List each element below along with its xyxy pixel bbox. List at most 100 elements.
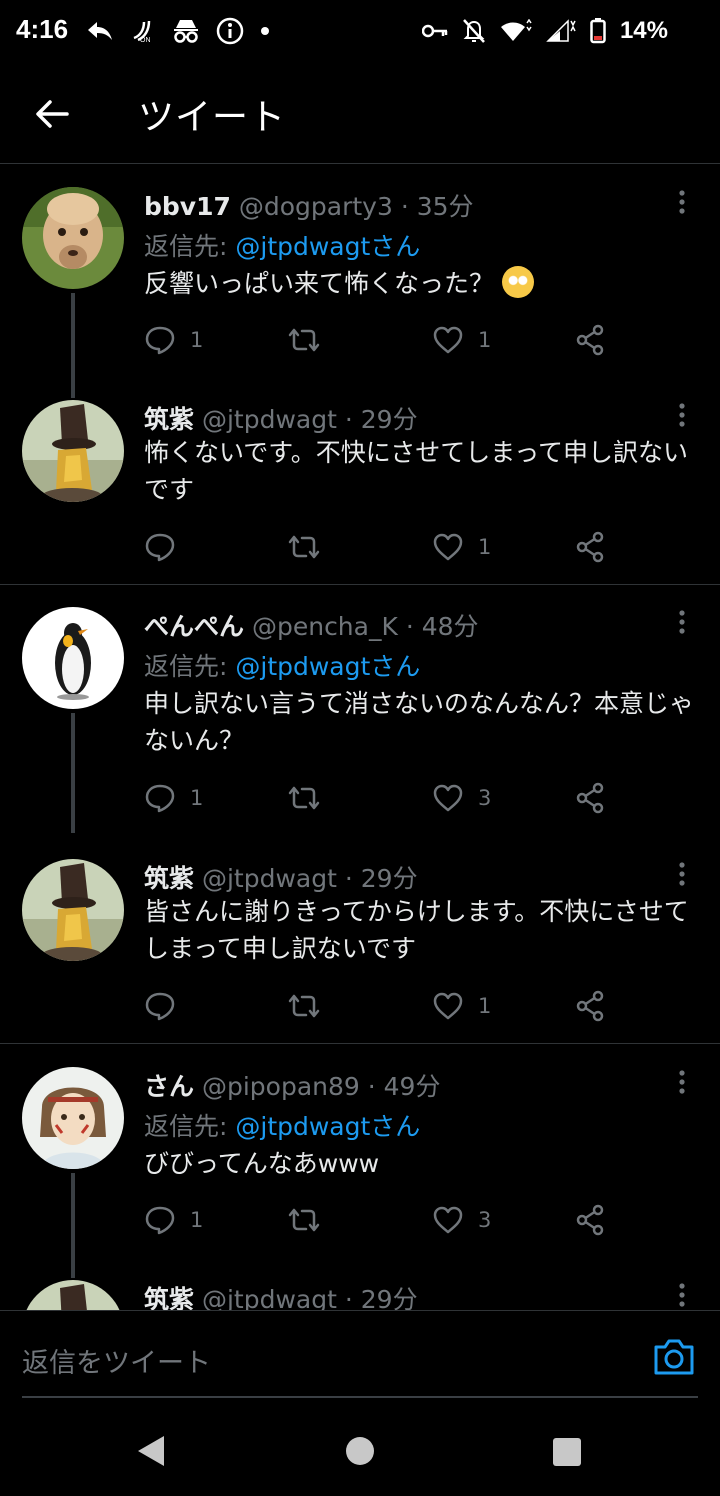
like-button[interactable]: 3 [432, 781, 491, 815]
retweet-button[interactable] [286, 323, 336, 357]
user-handle[interactable]: @jtpdwagt [202, 1285, 337, 1310]
tweet-text: 申し訳ない言うて消さないのなんなん？本意じゃないん？ [144, 689, 695, 755]
retweet-button[interactable] [286, 781, 336, 815]
nav-back-icon[interactable] [136, 1434, 166, 1468]
avatar[interactable] [22, 400, 124, 502]
tweet-actions: 1 3 [144, 781, 614, 815]
camera-button[interactable] [652, 1337, 696, 1377]
figure-avatar-image [22, 400, 124, 502]
back-arrow-icon [36, 100, 69, 128]
thread-line [71, 293, 75, 398]
reply-button[interactable] [144, 530, 190, 564]
tweet-time[interactable]: · 35分 [401, 192, 474, 221]
reply-icon [145, 1206, 175, 1235]
user-handle[interactable]: @jtpdwagt [202, 405, 337, 434]
retweet-icon [288, 994, 320, 1018]
display-name[interactable]: 筑紫 [144, 405, 194, 434]
like-button[interactable]: 1 [432, 989, 491, 1023]
heart-icon [433, 784, 463, 812]
reply-input[interactable]: 返信をツイート [22, 1341, 211, 1380]
like-count: 1 [478, 328, 492, 352]
display-name[interactable]: 筑紫 [144, 864, 194, 893]
reply-button[interactable]: 1 [144, 781, 203, 815]
share-button[interactable] [574, 530, 606, 564]
mention-link[interactable]: @jtpdwagtさん [235, 1112, 420, 1141]
tweet-actions: 1 [144, 530, 614, 564]
reply-button[interactable]: 1 [144, 1203, 203, 1237]
nav-recents-button[interactable] [553, 1438, 581, 1466]
share-button[interactable] [574, 989, 606, 1023]
more-options-button[interactable] [670, 859, 694, 889]
user-handle[interactable]: @dogparty3 [239, 192, 393, 221]
retweet-icon [288, 786, 320, 810]
more-vertical-icon [679, 1070, 685, 1094]
status-time: 4:16 [16, 14, 69, 44]
tweet-header: 筑紫 @jtpdwagt · 29分 [144, 859, 418, 895]
thread-divider [0, 584, 720, 585]
figure-avatar-image [22, 1280, 124, 1310]
replying-to-label: 返信先: [144, 232, 236, 261]
signal-icon [546, 19, 576, 42]
tweet-time[interactable]: · 48分 [406, 612, 479, 641]
display-name[interactable]: 筑紫 [144, 1285, 194, 1310]
avatar[interactable] [22, 1067, 124, 1169]
reply-timeline[interactable]: bbv17 @dogparty3 · 35分 返信先: @jtpdwagt さん … [0, 165, 720, 1310]
tweet-time[interactable]: · 29分 [345, 405, 418, 434]
like-button[interactable]: 3 [432, 1203, 491, 1237]
replying-to: 返信先: @jtpdwagtさん [144, 647, 420, 683]
reply-icon [145, 533, 175, 562]
back-button[interactable] [30, 92, 74, 136]
share-icon [576, 1204, 604, 1236]
tweet-text: 怖くないです。不快にさせてしまって申し訳ないです [144, 438, 689, 504]
share-button[interactable] [574, 1203, 606, 1237]
system-nav-bar [0, 1410, 720, 1496]
retweet-button[interactable] [286, 1203, 336, 1237]
like-count: 1 [478, 535, 492, 559]
display-name[interactable]: ぺんぺん [144, 612, 244, 641]
share-icon [576, 782, 604, 814]
avatar[interactable] [22, 187, 124, 289]
display-name[interactable]: bbv17 [144, 192, 231, 221]
more-options-button[interactable] [670, 1067, 694, 1097]
avatar[interactable] [22, 607, 124, 709]
more-options-button[interactable] [670, 1280, 694, 1310]
like-button[interactable]: 1 [432, 323, 491, 357]
more-options-button[interactable] [670, 400, 694, 430]
reply-icon [145, 992, 175, 1021]
tweet-time[interactable]: · 29分 [345, 1285, 418, 1310]
nav-home-button[interactable] [346, 1437, 374, 1465]
like-count: 3 [478, 1208, 492, 1232]
avatar[interactable] [22, 859, 124, 961]
user-handle[interactable]: @jtpdwagt [202, 864, 337, 893]
retweet-button[interactable] [286, 989, 336, 1023]
share-button[interactable] [574, 781, 606, 815]
display-name[interactable]: さん [144, 1072, 194, 1101]
more-options-button[interactable] [670, 187, 694, 217]
share-button[interactable] [574, 323, 606, 357]
more-vertical-icon [679, 403, 685, 427]
status-left-icons: ON [86, 14, 270, 48]
tweet-time[interactable]: · 29分 [345, 864, 418, 893]
top-app-bar: ツイート [0, 62, 720, 164]
reply-count: 1 [190, 786, 204, 810]
tweet-time[interactable]: · 49分 [368, 1072, 441, 1101]
anime-avatar-image [22, 1067, 124, 1169]
heart-icon [433, 533, 463, 561]
thread-line [71, 713, 75, 833]
retweet-icon [288, 535, 320, 559]
retweet-icon [288, 1208, 320, 1232]
mention-link[interactable]: @jtpdwagtさん [235, 232, 420, 261]
wifi-icon [500, 19, 532, 41]
user-handle[interactable]: @pencha_K [252, 612, 398, 641]
reply-input-underline [22, 1396, 698, 1398]
more-options-button[interactable] [670, 607, 694, 637]
avatar[interactable] [22, 1280, 124, 1310]
like-button[interactable]: 1 [432, 530, 491, 564]
reply-button[interactable] [144, 989, 190, 1023]
user-handle[interactable]: @pipopan89 [202, 1072, 360, 1101]
share-icon [576, 531, 604, 563]
mention-link[interactable]: @jtpdwagtさん [235, 652, 420, 681]
reply-button[interactable]: 1 [144, 323, 203, 357]
tweet-text-body: 反響いっぱい来て怖くなった？ [144, 269, 495, 298]
retweet-button[interactable] [286, 530, 336, 564]
